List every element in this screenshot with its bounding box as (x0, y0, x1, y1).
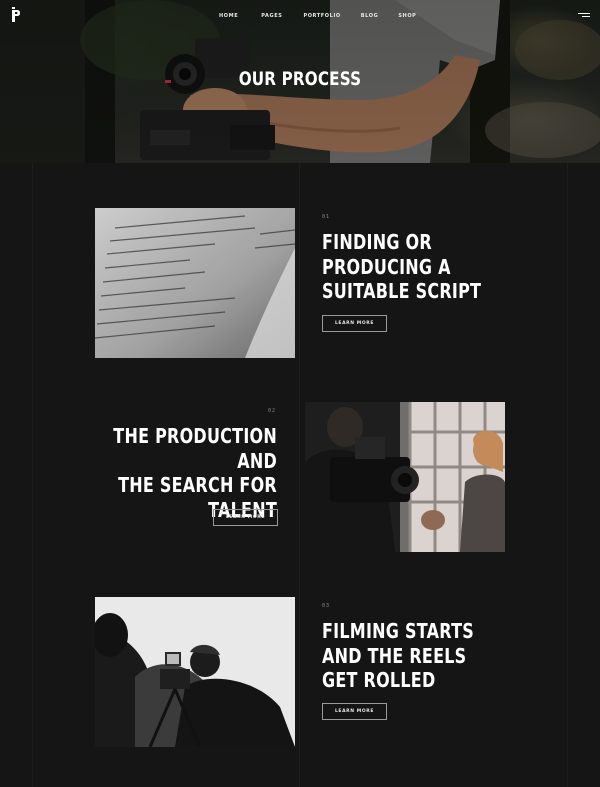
menu-line (578, 13, 590, 14)
step-title-line: THE PRODUCTION AND (113, 424, 277, 473)
script-book-photo (95, 208, 295, 358)
hamburger-menu-icon[interactable] (578, 13, 590, 20)
page-title: OUR PROCESS (238, 68, 362, 90)
nav-item-home[interactable]: HOME (219, 13, 238, 19)
grid-line (32, 163, 33, 787)
step-title-line: AND THE REELS (322, 643, 467, 668)
menu-line (582, 16, 590, 17)
step-title-line: PRODUCING A (322, 254, 451, 279)
step-title-line: THE SEARCH FOR (118, 473, 277, 497)
learn-more-button[interactable]: LEARN MORE (213, 509, 278, 526)
nav-item-pages[interactable]: PAGES (261, 13, 282, 19)
step-title-line: SUITABLE SCRIPT (322, 279, 482, 303)
production-set-photo (305, 402, 505, 552)
grid-line (567, 163, 568, 787)
nav-item-portfolio[interactable]: PORTFOLIO (303, 13, 340, 19)
step-number: 02 (268, 408, 277, 414)
main-nav: HOME PAGES PORTFOLIO BLOG SHOP (219, 13, 439, 19)
step-number: 01 (322, 214, 331, 220)
step-title: FILMING STARTS AND THE REELS GET ROLLED (322, 619, 498, 693)
step-title: FINDING OR PRODUCING A SUITABLE SCRIPT (322, 230, 498, 304)
grid-line (299, 163, 300, 787)
hero-banner: HOME PAGES PORTFOLIO BLOG SHOP OUR PROCE… (0, 0, 600, 163)
learn-more-button[interactable]: LEARN MORE (322, 703, 387, 720)
learn-more-button[interactable]: LEARN MORE (322, 315, 387, 332)
filming-crew-photo (95, 597, 295, 747)
step-title-line: GET ROLLED (322, 668, 436, 692)
nav-item-shop[interactable]: SHOP (398, 13, 416, 19)
nav-item-blog[interactable]: BLOG (361, 13, 379, 19)
step-title-line: FINDING OR (322, 230, 432, 254)
step-title-line: FILMING STARTS (322, 619, 475, 643)
logo-icon[interactable] (11, 7, 21, 23)
step-number: 03 (322, 603, 331, 609)
step-title: THE PRODUCTION AND THE SEARCH FOR TALENT (69, 424, 277, 522)
